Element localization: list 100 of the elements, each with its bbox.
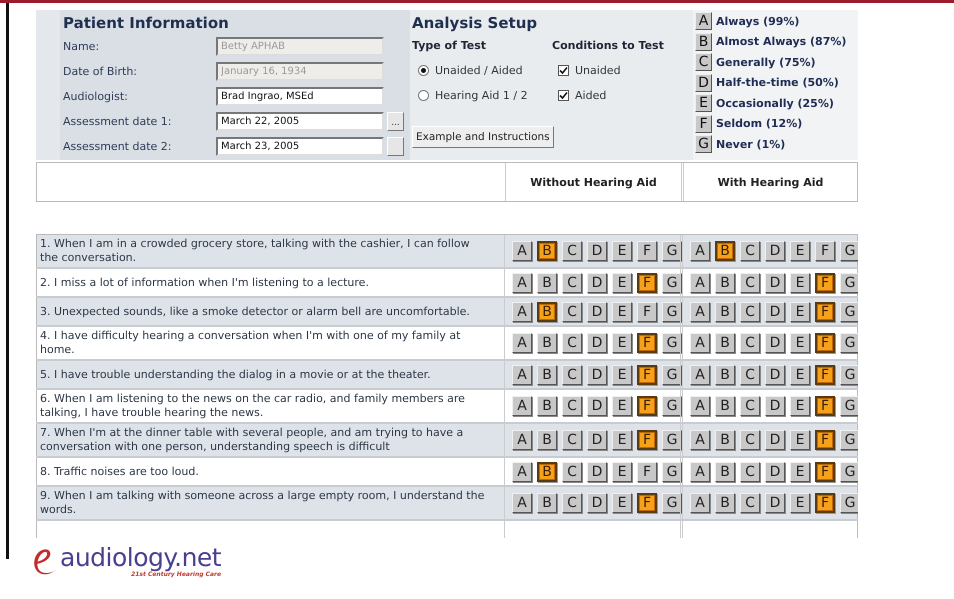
input-field[interactable]: Brad Ingrao, MSEd [216,87,384,106]
answer-button[interactable]: B [537,272,557,292]
answer-button[interactable]: G [840,272,858,292]
answer-button[interactable]: C [562,302,582,322]
answer-button[interactable]: C [740,364,760,384]
radio-button[interactable] [418,65,429,76]
answer-button[interactable]: F [637,272,657,292]
input-field[interactable]: March 22, 2005 [216,112,384,131]
answer-button[interactable]: B [715,302,735,322]
answer-button[interactable]: G [662,241,682,261]
answer-button[interactable]: F [637,396,657,416]
answer-button[interactable]: B [537,364,557,384]
answer-button[interactable]: A [690,241,710,261]
answer-button[interactable]: F [815,272,835,292]
answer-button[interactable]: G [662,272,682,292]
answer-button[interactable]: E [790,272,810,292]
answer-button[interactable]: E [790,241,810,261]
answer-button[interactable]: G [840,462,858,482]
answer-button[interactable]: F [815,493,835,513]
answer-button[interactable]: G [840,364,858,384]
answer-button[interactable]: G [662,364,682,384]
answer-button[interactable]: G [840,396,858,416]
answer-button[interactable]: A [512,241,532,261]
answer-button[interactable]: F [637,302,657,322]
answer-button[interactable]: B [537,302,557,322]
checkbox[interactable] [558,65,569,76]
answer-button[interactable]: A [690,364,710,384]
answer-button[interactable]: F [815,396,835,416]
answer-button[interactable]: D [587,462,607,482]
answer-button[interactable]: D [765,333,785,353]
answer-button[interactable]: A [690,396,710,416]
answer-button[interactable]: B [537,333,557,353]
answer-button[interactable]: B [715,430,735,450]
answer-button[interactable]: E [790,396,810,416]
answer-button[interactable]: D [587,493,607,513]
answer-button[interactable]: D [765,364,785,384]
answer-button[interactable]: A [690,272,710,292]
answer-button[interactable]: C [740,241,760,261]
answer-button[interactable]: G [840,493,858,513]
answer-button[interactable]: D [587,333,607,353]
answer-button[interactable]: G [662,430,682,450]
answer-button[interactable]: C [562,493,582,513]
radio-label[interactable]: Hearing Aid 1 / 2 [435,89,528,102]
answer-button[interactable]: G [662,493,682,513]
answer-button[interactable]: G [662,396,682,416]
input-field[interactable]: March 23, 2005 [216,137,384,156]
answer-button[interactable]: C [740,493,760,513]
answer-button[interactable]: A [690,333,710,353]
answer-button[interactable]: F [815,302,835,322]
answer-button[interactable]: A [690,493,710,513]
answer-button[interactable]: E [612,462,632,482]
answer-button[interactable]: E [790,302,810,322]
answer-button[interactable]: B [715,493,735,513]
answer-button[interactable]: G [840,333,858,353]
answer-button[interactable]: B [537,430,557,450]
answer-button[interactable]: D [587,302,607,322]
answer-button[interactable]: F [815,430,835,450]
answer-button[interactable]: C [562,333,582,353]
answer-button[interactable]: B [537,396,557,416]
answer-button[interactable]: C [740,462,760,482]
answer-button[interactable]: D [587,396,607,416]
answer-button[interactable]: D [765,302,785,322]
answer-button[interactable]: A [512,302,532,322]
answer-button[interactable]: E [790,493,810,513]
answer-button[interactable]: B [715,333,735,353]
checkbox[interactable] [558,90,569,101]
answer-button[interactable]: B [715,272,735,292]
answer-button[interactable]: G [840,430,858,450]
answer-button[interactable]: E [790,333,810,353]
answer-button[interactable]: G [662,462,682,482]
answer-button[interactable]: B [715,241,735,261]
answer-button[interactable]: C [562,272,582,292]
answer-button[interactable]: D [587,364,607,384]
answer-button[interactable]: A [690,302,710,322]
answer-button[interactable]: F [637,430,657,450]
answer-button[interactable]: C [562,430,582,450]
answer-button[interactable]: B [537,493,557,513]
answer-button[interactable]: F [637,364,657,384]
answer-button[interactable]: A [512,493,532,513]
answer-button[interactable]: C [562,462,582,482]
date-picker-button[interactable]: ... [387,112,404,131]
answer-button[interactable]: A [512,272,532,292]
answer-button[interactable]: C [740,302,760,322]
answer-button[interactable]: F [815,364,835,384]
answer-button[interactable]: F [815,241,835,261]
answer-button[interactable]: E [612,302,632,322]
example-button[interactable]: Example and Instructions [412,126,554,148]
answer-button[interactable]: E [790,364,810,384]
answer-button[interactable]: F [637,462,657,482]
answer-button[interactable]: D [587,430,607,450]
answer-button[interactable]: C [562,364,582,384]
answer-button[interactable]: F [637,333,657,353]
answer-button[interactable]: G [662,333,682,353]
answer-button[interactable]: B [715,364,735,384]
answer-button[interactable]: D [587,241,607,261]
answer-button[interactable]: G [662,302,682,322]
date-picker-button[interactable] [387,137,404,156]
radio-button[interactable] [418,90,429,101]
answer-button[interactable]: E [790,430,810,450]
answer-button[interactable]: E [612,430,632,450]
